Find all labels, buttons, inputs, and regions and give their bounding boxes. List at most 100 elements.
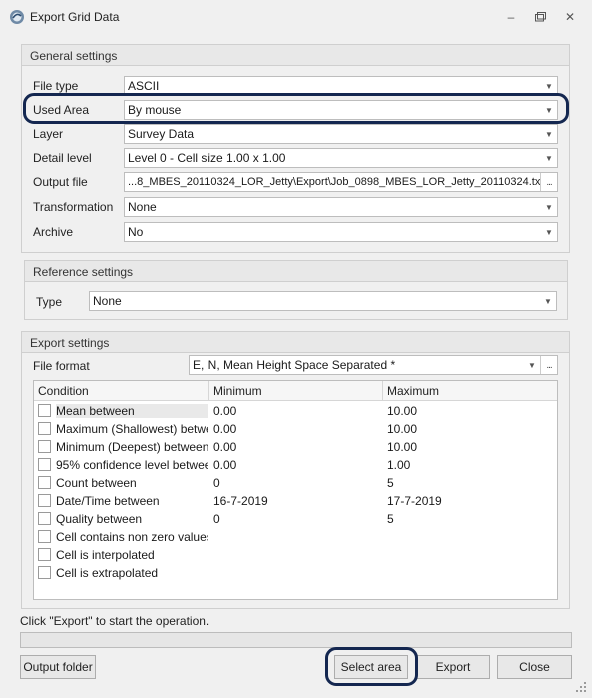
reference-settings-group: Reference settings Type None ▼ xyxy=(24,260,568,320)
select-area-highlight xyxy=(325,647,418,686)
detail-level-value: Level 0 - Cell size 1.00 x 1.00 xyxy=(128,151,286,165)
chevron-down-icon[interactable]: ▼ xyxy=(540,292,556,310)
close-button[interactable]: Close xyxy=(497,655,572,679)
table-row[interactable]: Cell is interpolated xyxy=(34,546,557,564)
condition-checkbox[interactable] xyxy=(38,530,51,543)
file-format-select[interactable]: E, N, Mean Height Space Separated * ▼ ..… xyxy=(189,355,558,375)
chevron-down-icon[interactable]: ▼ xyxy=(541,198,557,216)
condition-cell: Cell is extrapolated xyxy=(56,566,159,580)
column-header-minimum[interactable]: Minimum xyxy=(209,381,383,400)
condition-cell: Count between xyxy=(56,476,137,490)
layer-select[interactable]: Survey Data ▼ xyxy=(124,124,558,144)
detail-level-select[interactable]: Level 0 - Cell size 1.00 x 1.00 ▼ xyxy=(124,148,558,168)
condition-checkbox[interactable] xyxy=(38,440,51,453)
condition-cell: Date/Time between xyxy=(56,494,160,508)
condition-cell: Quality between xyxy=(56,512,143,526)
condition-checkbox[interactable] xyxy=(38,422,51,435)
condition-checkbox[interactable] xyxy=(38,476,51,489)
condition-cell: Maximum (Shallowest) betwe... xyxy=(56,422,208,436)
maximum-cell[interactable]: 1.00 xyxy=(387,458,552,472)
general-settings-group: General settings File type ASCII ▼ Used … xyxy=(21,44,570,253)
condition-cell: Mean between xyxy=(56,404,208,418)
export-button[interactable]: Export xyxy=(416,655,490,679)
output-file-field[interactable]: ...8_MBES_20110324_LOR_Jetty\Export\Job_… xyxy=(124,172,558,192)
maximum-cell[interactable]: 10.00 xyxy=(387,404,552,418)
output-file-value: ...8_MBES_20110324_LOR_Jetty\Export\Job_… xyxy=(128,176,540,188)
condition-cell: Cell is interpolated xyxy=(56,548,155,562)
file-format-label: File format xyxy=(33,359,90,373)
condition-cell: Cell contains non zero values xyxy=(56,530,208,544)
chevron-down-icon[interactable]: ▼ xyxy=(541,149,557,167)
table-header: Condition Minimum Maximum xyxy=(34,381,557,401)
condition-cell: Minimum (Deepest) between xyxy=(56,440,208,454)
minimum-cell[interactable]: 0.00 xyxy=(213,440,378,454)
chevron-down-icon[interactable]: ▼ xyxy=(541,125,557,143)
chevron-down-icon[interactable]: ▼ xyxy=(541,223,557,241)
used-area-highlight xyxy=(23,93,569,124)
condition-checkbox[interactable] xyxy=(38,566,51,579)
minimum-cell[interactable]: 0.00 xyxy=(213,422,378,436)
minimum-cell[interactable]: 0.00 xyxy=(213,404,378,418)
minimum-cell[interactable]: 0.00 xyxy=(213,458,378,472)
title-bar: Export Grid Data – ✕ xyxy=(0,0,592,34)
status-text: Click "Export" to start the operation. xyxy=(20,614,210,628)
layer-value: Survey Data xyxy=(128,127,195,141)
table-row[interactable]: Cell is extrapolated xyxy=(34,564,557,582)
window-title: Export Grid Data xyxy=(30,10,120,24)
file-format-options-button[interactable]: ... xyxy=(540,356,557,374)
minimize-icon[interactable]: – xyxy=(502,9,520,25)
file-format-value: E, N, Mean Height Space Separated * xyxy=(193,358,396,372)
table-row[interactable]: Maximum (Shallowest) betwe... 0.00 10.00 xyxy=(34,420,557,438)
condition-checkbox[interactable] xyxy=(38,512,51,525)
general-settings-header: General settings xyxy=(22,45,569,66)
table-row[interactable]: Minimum (Deepest) between 0.00 10.00 xyxy=(34,438,557,456)
condition-checkbox[interactable] xyxy=(38,404,51,417)
reference-type-label: Type xyxy=(36,295,63,309)
condition-checkbox[interactable] xyxy=(38,494,51,507)
close-window-icon[interactable]: ✕ xyxy=(561,9,579,25)
progress-bar xyxy=(20,632,572,648)
minimum-cell[interactable]: 0 xyxy=(213,476,378,490)
column-header-maximum[interactable]: Maximum xyxy=(383,381,557,400)
archive-select[interactable]: No ▼ xyxy=(124,222,558,242)
detail-level-label: Detail level xyxy=(33,151,92,165)
file-type-value: ASCII xyxy=(128,79,160,93)
column-header-condition[interactable]: Condition xyxy=(34,381,209,400)
reference-settings-header: Reference settings xyxy=(25,261,567,282)
archive-label: Archive xyxy=(33,225,74,239)
table-row[interactable]: Mean between 0.00 10.00 xyxy=(34,402,557,420)
table-row[interactable]: 95% confidence level between 0.00 1.00 xyxy=(34,456,557,474)
layer-label: Layer xyxy=(33,127,64,141)
maximum-cell[interactable]: 5 xyxy=(387,476,552,490)
condition-cell: 95% confidence level between xyxy=(56,458,208,472)
output-file-label: Output file xyxy=(33,175,88,189)
archive-value: No xyxy=(128,225,144,239)
export-settings-group: Export settings File format E, N, Mean H… xyxy=(21,331,570,609)
condition-checkbox[interactable] xyxy=(38,548,51,561)
minimum-cell[interactable]: 16-7-2019 xyxy=(213,494,378,508)
restore-icon[interactable] xyxy=(531,9,549,25)
maximum-cell[interactable]: 10.00 xyxy=(387,422,552,436)
app-logo-icon xyxy=(10,10,24,24)
table-row[interactable]: Cell contains non zero values xyxy=(34,528,557,546)
table-row[interactable]: Count between 0 5 xyxy=(34,474,557,492)
maximum-cell[interactable]: 10.00 xyxy=(387,440,552,454)
transformation-label: Transformation xyxy=(33,200,114,214)
transformation-value: None xyxy=(128,200,157,214)
minimum-cell[interactable]: 0 xyxy=(213,512,378,526)
export-settings-header: Export settings xyxy=(22,332,569,353)
maximum-cell[interactable]: 17-7-2019 xyxy=(387,494,552,508)
resize-grip-icon[interactable] xyxy=(575,681,587,693)
conditions-table: Condition Minimum Maximum Mean between 0.… xyxy=(33,380,558,600)
maximum-cell[interactable]: 5 xyxy=(387,512,552,526)
table-row[interactable]: Quality between 0 5 xyxy=(34,510,557,528)
transformation-select[interactable]: None ▼ xyxy=(124,197,558,217)
table-row[interactable]: Date/Time between 16-7-2019 17-7-2019 xyxy=(34,492,557,510)
chevron-down-icon[interactable]: ▼ xyxy=(524,356,540,374)
browse-button[interactable]: ... xyxy=(540,173,557,191)
condition-checkbox[interactable] xyxy=(38,458,51,471)
reference-type-value: None xyxy=(93,294,122,308)
output-folder-button[interactable]: Output folder xyxy=(20,655,96,679)
file-type-label: File type xyxy=(33,79,79,93)
reference-type-select[interactable]: None ▼ xyxy=(89,291,557,311)
